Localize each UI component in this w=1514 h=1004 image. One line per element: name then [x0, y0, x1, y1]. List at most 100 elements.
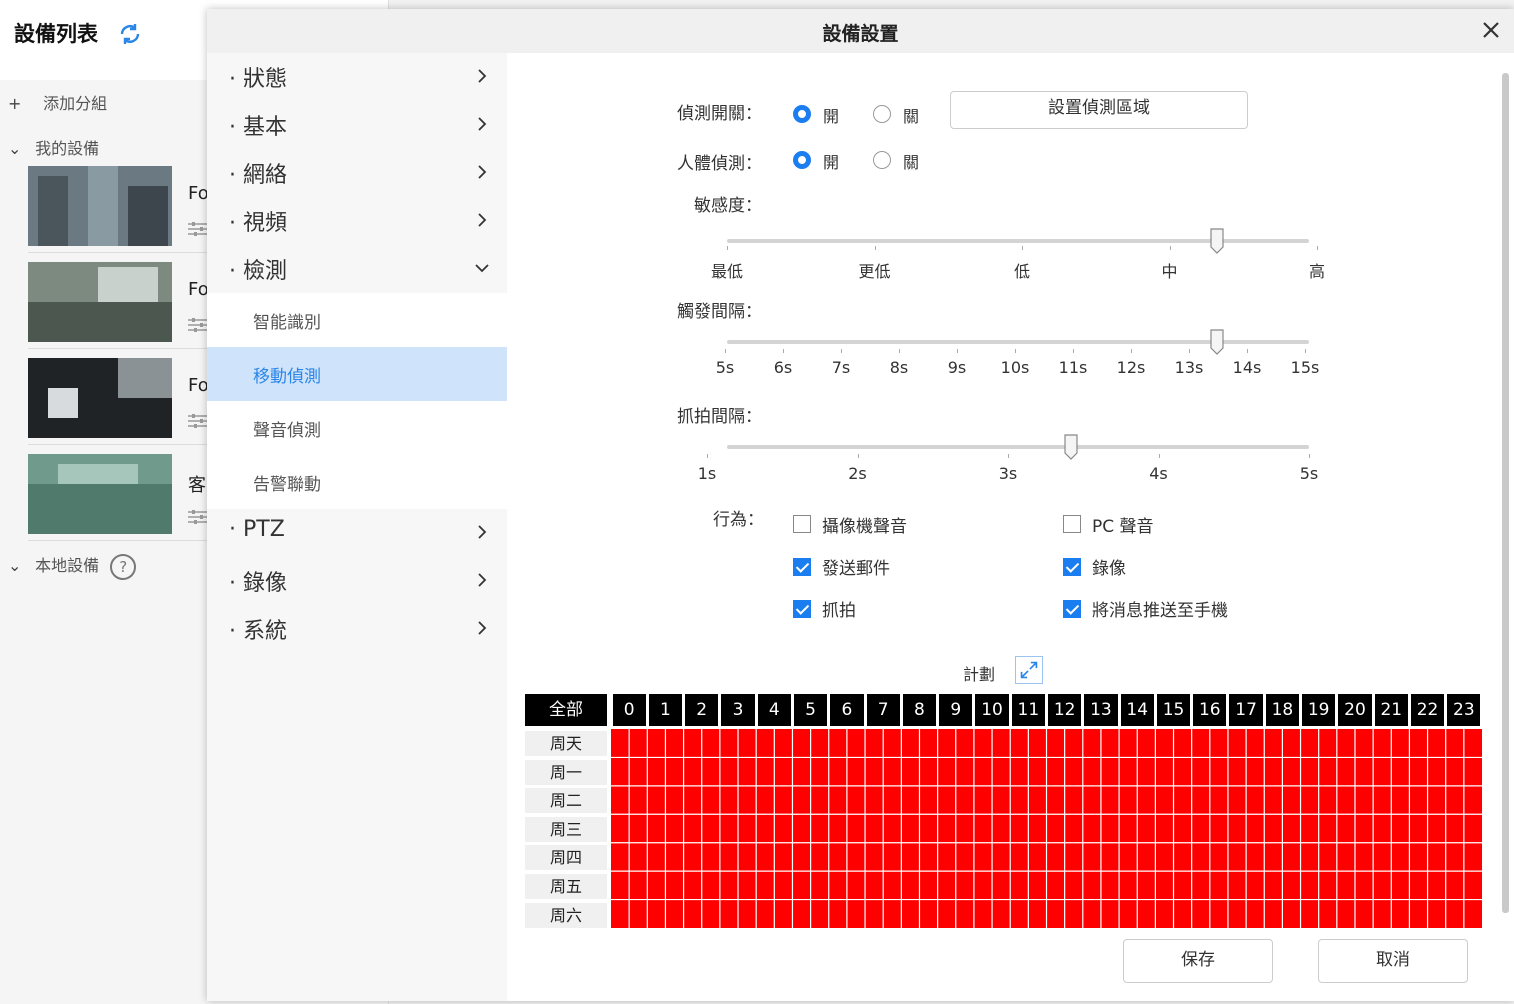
nav-item-label: · 系統 [229, 619, 287, 644]
snapshot-interval-slider-thumb[interactable] [1064, 434, 1078, 460]
divider [28, 540, 208, 541]
device-thumbnail[interactable] [28, 166, 172, 246]
local-devices-group[interactable]: ⌄ 本地設備 ? [8, 552, 137, 580]
camera-sound-checkbox[interactable] [793, 515, 811, 533]
schedule-day-label[interactable]: 周五 [525, 874, 607, 899]
trigger-interval-label: 觸發間隔： [677, 302, 762, 322]
device-name[interactable]: Fo [188, 279, 209, 300]
nav-item-ptz[interactable]: · PTZ [207, 509, 507, 557]
device-name[interactable]: 客 [188, 471, 206, 497]
nav-item-system[interactable]: · 系統 [207, 605, 507, 653]
set-detection-zone-button[interactable]: 設置偵測區域 [950, 91, 1248, 129]
pc-sound-checkbox[interactable] [1063, 515, 1081, 533]
scrollbar[interactable] [1502, 73, 1509, 913]
nav-sub-sound-detection[interactable]: 聲音偵測 [207, 401, 507, 455]
schedule-hour-header[interactable]: 14 [1120, 694, 1154, 726]
schedule-day-label[interactable]: 周天 [525, 731, 607, 756]
schedule-hour-header[interactable]: 11 [1011, 694, 1045, 726]
nav-sub-smart-recognition[interactable]: 智能識別 [207, 293, 507, 347]
slider-tick-mark [1008, 454, 1009, 458]
nav-item-status[interactable]: · 狀態 [207, 53, 507, 101]
schedule-hour-header[interactable]: 20 [1338, 694, 1372, 726]
tune-icon[interactable] [188, 318, 208, 332]
schedule-hour-header[interactable]: 23 [1447, 694, 1481, 726]
snapshot-interval-slider-track[interactable] [727, 445, 1309, 449]
record-checkbox[interactable] [1063, 558, 1081, 576]
schedule-hour-header[interactable]: 21 [1374, 694, 1408, 726]
schedule-select-all[interactable]: 全部 [525, 694, 607, 726]
my-devices-label: 我的設備 [35, 139, 100, 158]
nav-item-record[interactable]: · 錄像 [207, 557, 507, 605]
human-detect-off-radio[interactable] [873, 151, 891, 169]
schedule-grid[interactable] [611, 729, 1482, 928]
device-name[interactable]: Fo [188, 183, 209, 204]
send-email-label: 發送郵件 [822, 559, 890, 579]
cancel-button[interactable]: 取消 [1318, 939, 1468, 983]
slider-tick-mark [727, 246, 728, 250]
schedule-hour-header[interactable]: 10 [975, 694, 1009, 726]
schedule-hour-header[interactable]: 1 [648, 694, 683, 726]
device-name[interactable]: Fo [188, 375, 209, 396]
push-to-phone-label: 將消息推送至手機 [1092, 601, 1228, 621]
slider-tick-mark [725, 349, 726, 353]
tune-icon[interactable] [188, 222, 208, 236]
tune-icon[interactable] [188, 510, 208, 524]
slider-tick-label: 10s [1000, 358, 1030, 377]
nav-sub-label: 告警聯動 [253, 475, 321, 495]
chevron-right-icon [478, 525, 487, 539]
schedule-hour-header[interactable]: 0 [612, 694, 646, 726]
nav-sub-alarm-linkage[interactable]: 告警聯動 [207, 455, 507, 509]
my-devices-group[interactable]: ⌄ 我的設備 [8, 135, 99, 159]
schedule-hour-header[interactable]: 5 [793, 694, 828, 726]
chevron-down-icon [475, 264, 489, 273]
schedule-hour-header[interactable]: 22 [1410, 694, 1445, 726]
nav-item-video[interactable]: · 視頻 [207, 197, 507, 245]
device-thumbnail[interactable] [28, 358, 172, 438]
schedule-hour-header[interactable]: 9 [939, 694, 973, 726]
slider-tick-label: 6s [773, 358, 793, 377]
schedule-hour-header[interactable]: 19 [1302, 694, 1336, 726]
schedule-hour-header[interactable]: 7 [866, 694, 900, 726]
expand-icon[interactable] [1015, 656, 1043, 684]
schedule-hour-header[interactable]: 2 [685, 694, 719, 726]
schedule-hour-header[interactable]: 3 [721, 694, 755, 726]
snapshot-checkbox[interactable] [793, 600, 811, 618]
schedule-hour-header[interactable]: 16 [1193, 694, 1227, 726]
detect-switch-off-radio[interactable] [873, 105, 891, 123]
schedule-hour-header[interactable]: 15 [1156, 694, 1191, 726]
schedule-day-label[interactable]: 周一 [525, 759, 607, 785]
schedule-day-label[interactable]: 周六 [525, 902, 607, 928]
plus-icon: + [8, 94, 22, 113]
close-icon[interactable] [1480, 19, 1502, 41]
schedule-day-label[interactable]: 周二 [525, 788, 607, 814]
push-to-phone-checkbox[interactable] [1063, 600, 1081, 618]
nav-item-basic[interactable]: · 基本 [207, 101, 507, 149]
add-group-button[interactable]: + 添加分組 [8, 90, 107, 114]
save-button[interactable]: 保存 [1123, 939, 1273, 983]
schedule-hour-header[interactable]: 12 [1048, 694, 1082, 726]
schedule-day-label[interactable]: 周三 [525, 816, 607, 842]
device-thumbnail[interactable] [28, 454, 172, 534]
detect-switch-on-radio[interactable] [793, 105, 811, 123]
schedule-day-label[interactable]: 周四 [525, 845, 607, 871]
schedule-grid-lines [611, 729, 1482, 928]
schedule-hour-header[interactable]: 13 [1084, 694, 1118, 726]
human-detect-on-radio[interactable] [793, 151, 811, 169]
nav-sub-motion-detection[interactable]: 移動偵測 [207, 347, 507, 401]
sensitivity-slider-thumb[interactable] [1210, 228, 1224, 254]
send-email-checkbox[interactable] [793, 558, 811, 576]
device-thumbnail[interactable] [28, 262, 172, 342]
help-icon[interactable]: ? [110, 553, 137, 580]
nav-item-detection[interactable]: · 檢測 [207, 245, 507, 293]
schedule-hour-header[interactable]: 8 [902, 694, 937, 726]
trigger-interval-slider-thumb[interactable] [1210, 329, 1224, 355]
detect-switch-off-label: 關 [903, 107, 920, 126]
schedule-hour-header[interactable]: 18 [1265, 694, 1300, 726]
nav-item-label: · 網絡 [229, 163, 287, 188]
tune-icon[interactable] [188, 414, 208, 428]
nav-item-network[interactable]: · 網絡 [207, 149, 507, 197]
schedule-hour-header[interactable]: 4 [757, 694, 791, 726]
schedule-hour-header[interactable]: 17 [1229, 694, 1263, 726]
refresh-icon[interactable] [118, 22, 142, 46]
schedule-hour-header[interactable]: 6 [830, 694, 864, 726]
